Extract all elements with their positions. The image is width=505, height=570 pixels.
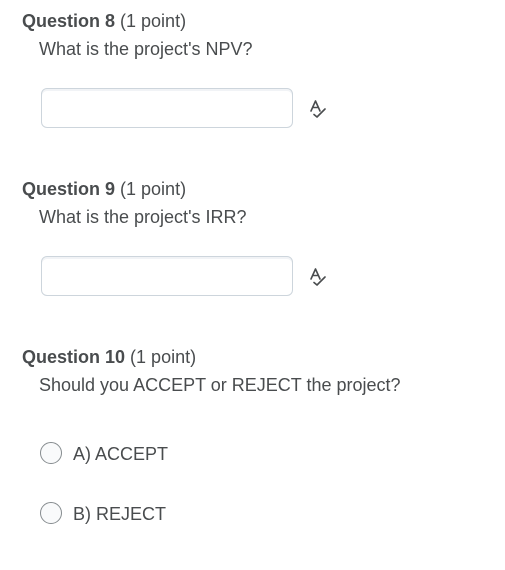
irr-answer-input[interactable]	[41, 256, 293, 296]
question-heading: Question 10 (1 point)	[22, 346, 196, 368]
npv-answer-input[interactable]	[41, 88, 293, 128]
accept-radio-button[interactable]	[40, 442, 62, 464]
question-8: Question 8 (1 point) What is the project…	[0, 10, 505, 150]
question-9: Question 9 (1 point) What is the project…	[0, 178, 505, 318]
question-heading: Question 9 (1 point)	[22, 178, 186, 200]
option-label[interactable]: A) ACCEPT	[73, 443, 168, 465]
question-points: (1 point)	[120, 11, 187, 31]
question-title: Question 9	[22, 179, 116, 199]
option-label[interactable]: B) REJECT	[73, 503, 166, 525]
question-prompt: Should you ACCEPT or REJECT the project?	[39, 375, 401, 395]
reject-radio-button[interactable]	[40, 502, 62, 524]
question-points: (1 point)	[130, 347, 197, 367]
question-10: Question 10 (1 point) Should you ACCEPT …	[0, 346, 505, 536]
option-reject[interactable]: B) REJECT	[40, 501, 240, 527]
question-heading: Question 8 (1 point)	[22, 10, 186, 32]
question-prompt: What is the project's NPV?	[39, 39, 253, 59]
option-accept[interactable]: A) ACCEPT	[40, 441, 240, 467]
spellcheck-icon[interactable]	[307, 266, 327, 286]
question-prompt: What is the project's IRR?	[39, 207, 247, 227]
spellcheck-icon[interactable]	[307, 98, 327, 118]
question-title: Question 10	[22, 347, 126, 367]
question-title: Question 8	[22, 11, 116, 31]
question-points: (1 point)	[120, 179, 187, 199]
